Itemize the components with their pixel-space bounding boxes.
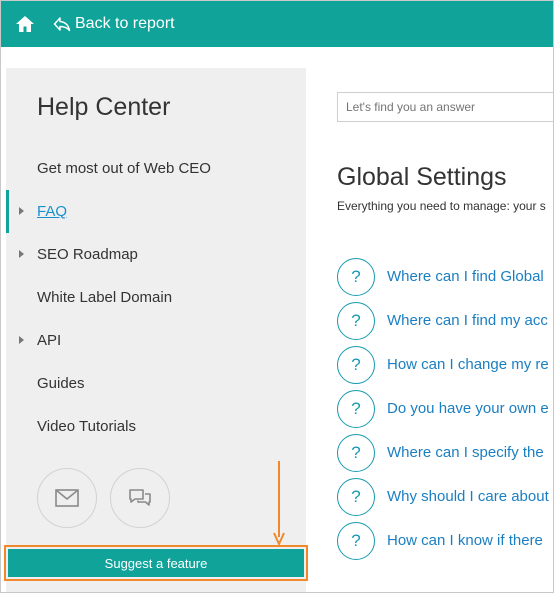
caret-right-icon[interactable] (19, 250, 24, 258)
question-link[interactable]: How can I change my re (387, 356, 549, 373)
home-icon[interactable] (15, 14, 35, 34)
question-icon: ? (337, 478, 375, 516)
sidebar-item-guides[interactable]: Guides (6, 362, 306, 405)
sidebar-item-label: Get most out of Web CEO (37, 160, 211, 177)
question-link[interactable]: Where can I specify the (387, 444, 544, 461)
reply-arrow-icon (53, 16, 71, 32)
search-input[interactable] (337, 92, 554, 122)
question-icon: ? (337, 302, 375, 340)
sidebar-item-label: Video Tutorials (37, 418, 136, 435)
sidebar-nav: Get most out of Web CEO FAQ SEO Roadmap … (6, 147, 306, 448)
question-icon: ? (337, 522, 375, 560)
question-item[interactable]: ? Do you have your own e (337, 388, 554, 432)
chat-bubbles-icon (127, 487, 153, 509)
help-center-window: Back to report Help Center Get most out … (0, 0, 554, 593)
question-icon: ? (337, 434, 375, 472)
question-item[interactable]: ? Where can I find my acc (337, 300, 554, 344)
sidebar-item-label: API (37, 332, 61, 349)
annotation-arrow (273, 461, 285, 545)
suggest-feature-button[interactable]: Suggest a feature (8, 549, 304, 577)
question-item[interactable]: ? Where can I specify the (337, 432, 554, 476)
sidebar-item-label: White Label Domain (37, 289, 172, 306)
question-link[interactable]: Why should I care about (387, 488, 549, 505)
question-icon: ? (337, 258, 375, 296)
sidebar-item-get-most-out[interactable]: Get most out of Web CEO (6, 147, 306, 190)
question-item[interactable]: ? Where can I find Global (337, 256, 554, 300)
chat-contact-button[interactable] (110, 468, 170, 528)
suggest-feature-highlight: Suggest a feature (4, 545, 308, 581)
question-link[interactable]: Where can I find my acc (387, 312, 548, 329)
question-list: ? Where can I find Global ? Where can I … (337, 256, 554, 564)
page-subtitle: Everything you need to manage: your s (337, 199, 546, 213)
email-contact-button[interactable] (37, 468, 97, 528)
sidebar-item-label: Guides (37, 375, 85, 392)
question-item[interactable]: ? How can I know if there (337, 520, 554, 564)
back-to-report-link[interactable]: Back to report (53, 13, 175, 35)
question-item[interactable]: ? How can I change my re (337, 344, 554, 388)
question-link[interactable]: Do you have your own e (387, 400, 549, 417)
sidebar-item-faq[interactable]: FAQ (6, 190, 306, 233)
sidebar-item-api[interactable]: API (6, 319, 306, 362)
question-item[interactable]: ? Why should I care about (337, 476, 554, 520)
sidebar-item-white-label-domain[interactable]: White Label Domain (6, 276, 306, 319)
sidebar-item-label: SEO Roadmap (37, 246, 138, 263)
caret-right-icon[interactable] (19, 336, 24, 344)
envelope-icon (55, 489, 79, 507)
page-title: Global Settings (337, 163, 507, 192)
sidebar-item-label: FAQ (37, 203, 67, 220)
question-link[interactable]: How can I know if there (387, 532, 543, 549)
question-icon: ? (337, 346, 375, 384)
sidebar-item-video-tutorials[interactable]: Video Tutorials (6, 405, 306, 448)
back-to-report-label: Back to report (75, 15, 175, 33)
sidebar-title: Help Center (37, 93, 170, 122)
question-link[interactable]: Where can I find Global (387, 268, 544, 285)
caret-right-icon[interactable] (19, 207, 24, 215)
top-bar: Back to report (1, 1, 553, 47)
sidebar: Help Center Get most out of Web CEO FAQ … (6, 68, 306, 592)
question-icon: ? (337, 390, 375, 428)
sidebar-item-seo-roadmap[interactable]: SEO Roadmap (6, 233, 306, 276)
